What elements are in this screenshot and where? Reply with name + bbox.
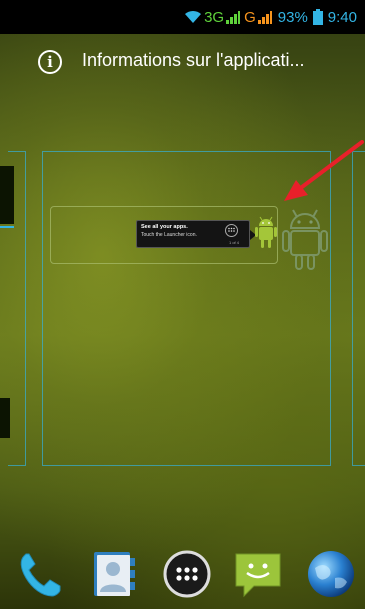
info-icon: i xyxy=(38,50,62,74)
network-g-label: G xyxy=(244,8,256,26)
left-page-frame[interactable] xyxy=(8,151,26,466)
launcher-mini-icon xyxy=(225,224,238,237)
all-apps-icon[interactable] xyxy=(161,548,213,600)
phone-icon[interactable] xyxy=(14,548,66,600)
wifi-icon xyxy=(185,10,202,23)
battery-percent: 93% xyxy=(277,8,308,26)
app-info-label: Informations sur l'applicati... xyxy=(82,50,305,70)
annotation-arrow-icon xyxy=(284,140,364,201)
tooltip-body: Touch the Launcher icon. xyxy=(141,232,197,238)
contacts-icon[interactable] xyxy=(88,548,140,600)
tooltip-title: See all your apps. xyxy=(141,224,188,230)
tooltip-counter: 1 of 4 xyxy=(229,240,240,245)
home-screen: 3G G 93% 9:40 i Informations sur l'appli… xyxy=(0,0,365,609)
launcher-tooltip: See all your apps. Touch the Launcher ic… xyxy=(136,220,250,248)
battery-icon xyxy=(312,9,323,25)
browser-icon[interactable] xyxy=(305,548,357,600)
network-type-label: 3G xyxy=(204,8,225,26)
app-info-drop-target[interactable]: i Informations sur l'applicati... xyxy=(0,36,365,86)
status-bar: 3G G 93% 9:40 xyxy=(0,0,365,34)
messaging-icon[interactable] xyxy=(232,548,284,600)
signal-3g-icon xyxy=(226,11,241,24)
signal-g-icon xyxy=(257,11,272,24)
android-outline-icon xyxy=(282,209,328,270)
android-robot-icon xyxy=(255,216,277,248)
clock: 9:40 xyxy=(327,8,357,26)
